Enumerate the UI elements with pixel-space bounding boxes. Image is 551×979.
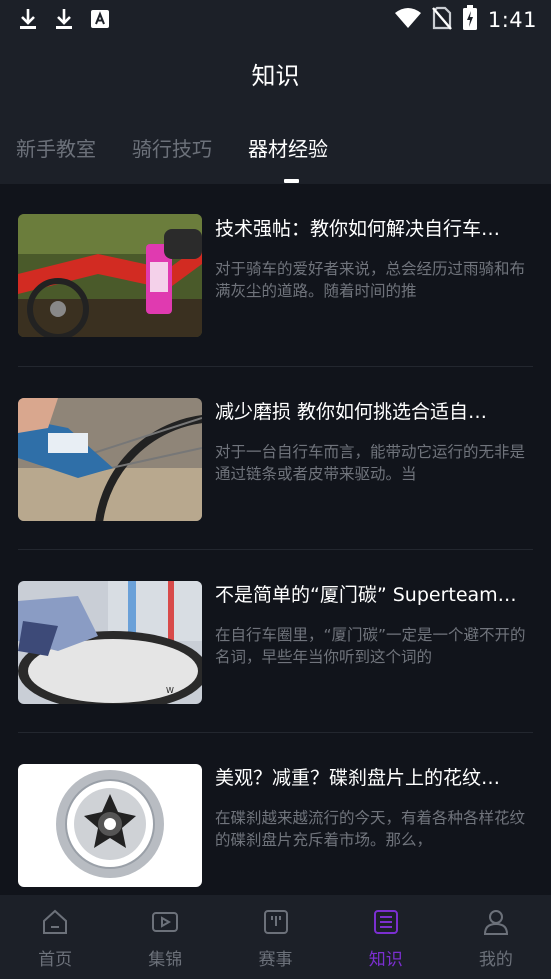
svg-text:W: W: [166, 686, 174, 695]
article-summary: 在碟刹越来越流行的今天，有着各种各样花纹的碟刹盘片充斥着市场。那么，: [215, 809, 526, 849]
article-summary: 对于骑车的爱好者来说，总会经历过雨骑和布满灰尘的道路。随着时间的推: [215, 260, 526, 300]
list-item[interactable]: 技术强帖：教你如何解决自行车… 对于骑车的爱好者来说，总会经历过雨骑和布满灰尘的…: [0, 184, 551, 367]
video-icon: [151, 908, 179, 940]
status-time: 1:41: [487, 8, 537, 32]
category-tabs: 新手教室 骑行技巧 器材经验: [0, 130, 551, 184]
article-title: 美观？减重？碟刹盘片上的花纹…: [215, 767, 501, 789]
user-icon: [482, 908, 510, 940]
home-icon: [41, 908, 69, 940]
tab-riding-skills[interactable]: 骑行技巧: [132, 133, 212, 162]
battery-charging-icon: [462, 5, 478, 35]
article-title: 技术强帖：教你如何解决自行车…: [215, 218, 501, 240]
nav-profile[interactable]: 我的: [441, 895, 551, 979]
article-summary: 在自行车圈里，“厦门碳”一定是一个避不开的名词，早些年当你听到这个词的: [215, 626, 526, 666]
article-thumbnail: [18, 398, 202, 521]
bottom-nav: 首页 集锦 赛事 知识 我的: [0, 895, 551, 979]
tab-beginner[interactable]: 新手教室: [16, 133, 96, 162]
nav-home[interactable]: 首页: [0, 895, 110, 979]
wifi-icon: [394, 7, 422, 33]
download-icon: [18, 7, 38, 31]
article-title: 不是简单的“厦门碳” Superteam…: [215, 584, 517, 606]
nav-label: 赛事: [258, 950, 293, 970]
nav-label: 知识: [368, 950, 403, 970]
tab-equipment[interactable]: 器材经验: [248, 133, 328, 162]
event-icon: [262, 908, 290, 940]
nav-events[interactable]: 赛事: [220, 895, 330, 979]
nav-label: 集锦: [148, 950, 183, 970]
app-store-icon: [90, 8, 110, 30]
status-bar: 1:41: [0, 0, 551, 38]
no-sim-icon: [431, 6, 452, 34]
article-title: 减少磨损 教你如何挑选合适自…: [215, 401, 488, 423]
article-summary: 对于一台自行车而言，能带动它运行的无非是通过链条或者皮带来驱动。当: [215, 443, 526, 483]
article-thumbnail: [18, 214, 202, 337]
knowledge-list-icon: [372, 908, 400, 940]
article-thumbnail: [18, 764, 202, 887]
nav-highlights[interactable]: 集锦: [110, 895, 220, 979]
download-icon: [54, 7, 74, 31]
top-header-area: 1:41 知识 新手教室 骑行技巧 器材经验: [0, 0, 551, 184]
page-title: 知识: [251, 62, 300, 90]
nav-label: 首页: [38, 950, 73, 970]
nav-knowledge[interactable]: 知识: [331, 895, 441, 979]
nav-label: 我的: [478, 950, 513, 970]
list-item[interactable]: W 不是简单的“厦门碳” Superteam… 在自行车圈里，“厦门碳”一定是一…: [0, 550, 551, 733]
active-tab-indicator: [284, 179, 299, 183]
article-thumbnail: W: [18, 581, 202, 704]
list-item[interactable]: 美观？减重？碟刹盘片上的花纹… 在碟刹越来越流行的今天，有着各种各样花纹的碟刹盘…: [0, 733, 551, 916]
list-item[interactable]: 减少磨损 教你如何挑选合适自… 对于一台自行车而言，能带动它运行的无非是通过链条…: [0, 367, 551, 550]
